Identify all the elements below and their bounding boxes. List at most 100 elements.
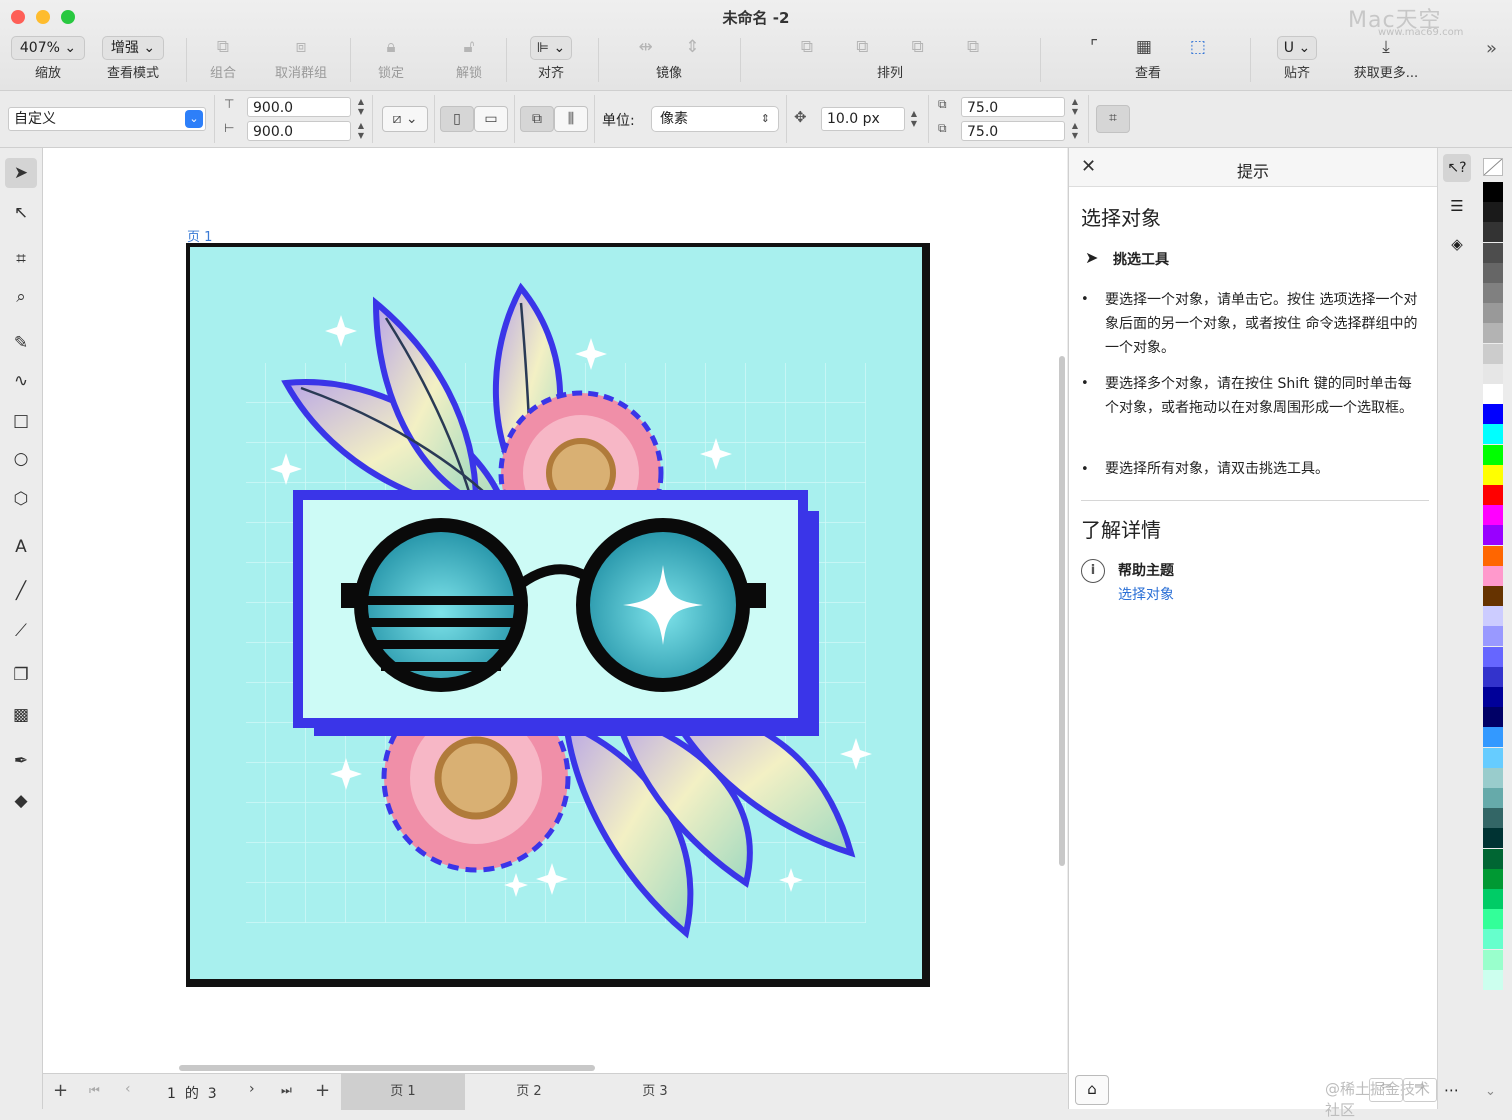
duplicate-x-input[interactable]: 75.0 xyxy=(961,97,1065,117)
color-swatch[interactable] xyxy=(1483,949,1503,970)
drawing-canvas[interactable]: 页 1 xyxy=(43,148,1067,1073)
to-front-icon[interactable]: ⧉ xyxy=(801,37,813,57)
color-swatch[interactable] xyxy=(1483,666,1503,687)
horizontal-scrollbar[interactable] xyxy=(179,1065,595,1071)
more-options-icon[interactable]: ⋯ xyxy=(1444,1081,1459,1099)
forward-arrow-icon[interactable]: ⇨ xyxy=(1403,1078,1437,1102)
rulers-icon[interactable]: ⌜ xyxy=(1090,37,1098,57)
eyedropper-tool-icon[interactable]: ✒ xyxy=(5,746,37,776)
get-more-button[interactable]: ⤓ 获取更多... xyxy=(1346,34,1426,88)
crop-tool-icon[interactable]: ⌗ xyxy=(5,244,37,274)
color-swatch[interactable] xyxy=(1483,828,1503,849)
page-tab-2[interactable]: 页 2 xyxy=(467,1074,591,1110)
nudge-input[interactable]: 10.0 px xyxy=(821,107,905,131)
color-swatch[interactable] xyxy=(1483,404,1503,425)
color-swatch[interactable] xyxy=(1483,626,1503,647)
nudge-stepper[interactable]: ▲ ▼ xyxy=(909,109,919,129)
view-buttons[interactable]: ⌜ ▦ ⬚ 查看 xyxy=(1058,34,1238,88)
mirror-vertical-icon[interactable]: ⇕ xyxy=(685,37,699,57)
page-layout-dropdown[interactable]: ⧄ ⌄ xyxy=(382,106,428,132)
color-swatch[interactable] xyxy=(1483,545,1503,566)
ellipse-tool-icon[interactable]: ○ xyxy=(5,444,37,474)
add-page-after-icon[interactable]: + xyxy=(315,1080,330,1101)
shape-tool-icon[interactable]: ↖ xyxy=(5,198,37,228)
color-swatch[interactable] xyxy=(1483,384,1503,404)
group-button[interactable]: ⧉ 组合 xyxy=(200,34,246,88)
mirror-buttons[interactable]: ⇹ ⇕ 镜像 xyxy=(614,34,724,88)
text-tool-icon[interactable]: A xyxy=(5,532,37,562)
color-swatch[interactable] xyxy=(1483,707,1503,728)
snap-button[interactable]: U ⌄ 贴齐 xyxy=(1268,34,1326,88)
color-swatch[interactable] xyxy=(1483,586,1503,606)
hints-docker-icon[interactable]: ↖? xyxy=(1443,154,1471,182)
duplicate-y-input[interactable]: 75.0 xyxy=(961,121,1065,141)
blend-tool-icon[interactable]: ⟋ xyxy=(5,616,37,646)
color-swatch[interactable] xyxy=(1483,202,1503,223)
color-swatch[interactable] xyxy=(1483,444,1503,465)
color-swatch[interactable] xyxy=(1483,848,1503,869)
unlock-button[interactable]: 🔓︎ 解锁 xyxy=(446,34,492,88)
zoom-control[interactable]: 407% ⌄ 缩放 xyxy=(8,34,88,88)
color-swatch[interactable] xyxy=(1483,363,1503,384)
color-swatch[interactable] xyxy=(1483,646,1503,667)
freehand-tool-icon[interactable]: ✎ xyxy=(5,328,37,358)
color-swatch[interactable] xyxy=(1483,323,1503,344)
polygon-tool-icon[interactable]: ⬡ xyxy=(5,484,37,514)
grid-icon[interactable]: ▦ xyxy=(1136,37,1152,57)
color-swatch[interactable] xyxy=(1483,182,1503,202)
color-swatch[interactable] xyxy=(1483,909,1503,930)
duplicate-y-stepper[interactable]: ▲ ▼ xyxy=(1070,121,1080,141)
first-page-icon[interactable]: ⏮ xyxy=(89,1083,100,1098)
color-swatch[interactable] xyxy=(1483,747,1503,768)
portrait-button[interactable]: ▯ xyxy=(440,106,474,132)
arrange-buttons[interactable]: ⧉ ⧉ ⧉ ⧉ 排列 xyxy=(764,34,1016,88)
color-swatch[interactable] xyxy=(1483,303,1503,324)
ungroup-button[interactable]: ⧈ 取消群组 xyxy=(268,34,334,88)
page-tab-3[interactable]: 页 3 xyxy=(593,1074,717,1110)
artistic-media-tool-icon[interactable]: ∿ xyxy=(5,366,37,396)
landscape-button[interactable]: ▭ xyxy=(474,106,508,132)
back-arrow-icon[interactable]: ⇦ xyxy=(1369,1078,1403,1102)
width-stepper[interactable]: ▲ ▼ xyxy=(356,97,366,117)
lock-button[interactable]: 🔒︎ 锁定 xyxy=(368,34,414,88)
color-swatch[interactable] xyxy=(1483,222,1503,243)
to-back-icon[interactable]: ⧉ xyxy=(856,37,868,57)
drop-shadow-tool-icon[interactable]: ❐ xyxy=(5,660,37,690)
last-page-icon[interactable]: ⏭ xyxy=(281,1083,292,1098)
home-icon[interactable]: ⌂ xyxy=(1075,1075,1109,1105)
color-swatch[interactable] xyxy=(1483,727,1503,748)
color-swatch[interactable] xyxy=(1483,565,1503,586)
color-swatch[interactable] xyxy=(1483,505,1503,526)
all-pages-button[interactable]: ⧉ xyxy=(520,106,554,132)
overflow-chevron-icon[interactable]: » xyxy=(1486,38,1497,59)
pick-tool-icon[interactable]: ➤ xyxy=(5,158,37,188)
color-swatch[interactable] xyxy=(1483,788,1503,808)
color-swatch[interactable] xyxy=(1483,969,1503,990)
color-swatch[interactable] xyxy=(1483,525,1503,546)
duplicate-x-stepper[interactable]: ▲ ▼ xyxy=(1070,97,1080,117)
color-swatch[interactable] xyxy=(1483,889,1503,909)
page-width-input[interactable]: 900.0 xyxy=(247,97,351,117)
zoom-tool-icon[interactable]: ⌕ xyxy=(5,282,37,312)
color-swatch[interactable] xyxy=(1483,464,1503,485)
height-stepper[interactable]: ▲ ▼ xyxy=(356,121,366,141)
color-swatch[interactable] xyxy=(1483,485,1503,505)
color-swatch[interactable] xyxy=(1483,283,1503,303)
help-topic-link[interactable]: 选择对象 xyxy=(1118,584,1174,604)
color-swatch[interactable] xyxy=(1483,767,1503,788)
artwork[interactable] xyxy=(186,243,931,988)
page-height-input[interactable]: 900.0 xyxy=(247,121,351,141)
unit-select[interactable]: 像素 ⇕ xyxy=(651,106,779,132)
color-swatch[interactable] xyxy=(1483,262,1503,283)
color-swatch[interactable] xyxy=(1483,808,1503,829)
color-swatch[interactable] xyxy=(1483,687,1503,707)
previous-page-icon[interactable]: ‹ xyxy=(125,1081,131,1097)
fill-tool-icon[interactable]: ◆ xyxy=(5,786,37,816)
color-swatch[interactable] xyxy=(1483,868,1503,889)
connector-tool-icon[interactable]: ╱ xyxy=(5,576,37,606)
add-page-before-icon[interactable]: + xyxy=(53,1080,68,1101)
page-border-button[interactable]: ⌗ xyxy=(1096,105,1130,133)
mirror-horizontal-icon[interactable]: ⇹ xyxy=(639,37,653,57)
back-one-icon[interactable]: ⧉ xyxy=(967,37,979,57)
color-swatch[interactable] xyxy=(1483,606,1503,627)
